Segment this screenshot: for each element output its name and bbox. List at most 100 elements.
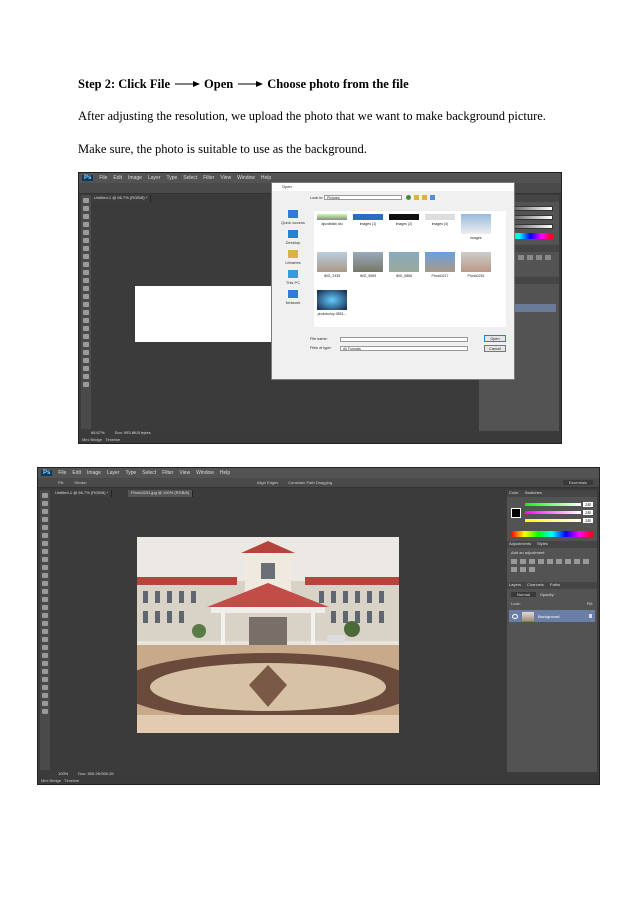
look-in-select[interactable]: Pictures <box>324 195 402 200</box>
open-button[interactable]: Open <box>484 335 506 342</box>
opened-photo <box>118 537 418 733</box>
menu-filter[interactable]: Filter <box>203 175 214 181</box>
document-text: Step 2: Click File Open Choose photo fro… <box>78 76 598 157</box>
new-folder-icon[interactable] <box>422 195 427 200</box>
file-item[interactable]: images (1) <box>353 214 383 248</box>
step-choose: Choose photo from the file <box>267 77 409 91</box>
options-bar: Fill: Stroke: Align Edges Constrain Path… <box>38 478 599 488</box>
menu-view[interactable]: View <box>220 175 231 181</box>
file-item[interactable]: images (2) <box>389 214 419 248</box>
look-in-label: Look in: <box>310 196 324 200</box>
menu-file[interactable]: File <box>99 175 107 181</box>
zoom-level[interactable]: 66.67% <box>91 430 105 437</box>
file-item[interactable]: IMG_5856 <box>389 252 419 286</box>
menu-select[interactable]: Select <box>183 175 197 181</box>
tab-color[interactable]: Color <box>509 490 519 497</box>
layer-row[interactable]: Background <box>509 610 595 622</box>
document-tab-2[interactable]: Photo0251.jpg @ 100% (RGB/8) <box>128 490 194 497</box>
document-tab[interactable]: Untitled-1 @ 66.7% (RGB/8) * <box>91 195 152 202</box>
file-name-input[interactable] <box>340 337 468 342</box>
document-tab-1[interactable]: Untitled-1 @ 66.7% (RGB/8) * <box>52 490 113 497</box>
menu-edit[interactable]: Edit <box>72 470 81 476</box>
layer-thumbnail <box>522 611 534 621</box>
menu-layer[interactable]: Layer <box>148 175 161 181</box>
fill-option[interactable]: Fill: <box>58 480 64 485</box>
photoshop-logo: Ps <box>41 470 53 476</box>
menu-select[interactable]: Select <box>142 470 156 476</box>
file-item[interactable]: images (4) <box>425 214 455 248</box>
cancel-button[interactable]: Cancel <box>484 345 506 352</box>
menu-type[interactable]: Type <box>166 175 177 181</box>
nav-quick-access[interactable]: Quick access <box>275 205 311 225</box>
canvas-white <box>135 286 275 342</box>
file-item[interactable]: Photo0217 <box>425 252 455 286</box>
nav-libraries[interactable]: Libraries <box>275 245 311 265</box>
files-of-type-select[interactable]: All Formats <box>340 346 468 351</box>
step-heading: Step 2: Click File Open Choose photo fro… <box>78 76 598 92</box>
menu-view[interactable]: View <box>179 470 190 476</box>
file-item[interactable]: IMG_2435 <box>317 252 347 286</box>
opacity-label: Opacity: <box>539 592 555 597</box>
back-icon[interactable] <box>406 195 411 200</box>
menu-window[interactable]: Window <box>196 470 214 476</box>
menu-window[interactable]: Window <box>237 175 255 181</box>
nav-network[interactable]: Network <box>275 285 311 305</box>
blend-mode-select[interactable]: Normal <box>511 592 536 597</box>
file-list: ajsvdfdsfc.dsi images (1) images (2) ima… <box>314 211 506 327</box>
tab-channels[interactable]: Channels <box>527 582 544 589</box>
menu-help[interactable]: Help <box>261 175 271 181</box>
lock-icon <box>589 614 592 618</box>
bottom-tabs: Mini Bridge Timeline <box>79 437 561 443</box>
stroke-option[interactable]: Stroke: <box>74 480 87 485</box>
tools-panel <box>81 195 91 429</box>
file-name-label: File name: <box>310 337 328 341</box>
view-menu-icon[interactable] <box>430 195 435 200</box>
status-bar: 66.67% Doc: 993.8K/0 bytes <box>91 430 151 437</box>
constrain-path-option[interactable]: Constrain Path Dragging <box>288 480 332 485</box>
menu-file[interactable]: File <box>58 470 66 476</box>
menu-image[interactable]: Image <box>87 470 101 476</box>
tab-styles[interactable]: Styles <box>537 541 548 548</box>
file-item[interactable]: Photo0251 <box>461 252 491 286</box>
menu-type[interactable]: Type <box>125 470 136 476</box>
arrow-icon <box>237 80 264 88</box>
tab-timeline[interactable]: Timeline <box>64 778 79 783</box>
zoom-level[interactable]: 100% <box>58 771 68 778</box>
tab-adjustments[interactable]: Adjustments <box>509 541 531 548</box>
tools-panel <box>40 490 50 770</box>
menu-layer[interactable]: Layer <box>107 470 120 476</box>
color-b-value[interactable]: 240 <box>583 518 593 523</box>
tab-layers[interactable]: Layers <box>509 582 521 589</box>
tab-swatches[interactable]: Swatches <box>525 490 542 497</box>
tab-paths[interactable]: Paths <box>550 582 560 589</box>
doc-info: Doc: 900.2K/900.2K <box>78 771 115 776</box>
up-folder-icon[interactable] <box>414 195 419 200</box>
eye-icon[interactable] <box>512 613 518 619</box>
open-dialog: Open Look in: Pictures Quick access Desk… <box>271 182 515 380</box>
align-edges-option[interactable]: Align Edges <box>257 480 278 485</box>
right-panels: Color Swatches 240 240 240 Adjustments S… <box>507 490 597 772</box>
menu-filter[interactable]: Filter <box>162 470 173 476</box>
step-prefix: Step 2: Click File <box>78 77 171 91</box>
color-r-value[interactable]: 240 <box>583 502 593 507</box>
menu-image[interactable]: Image <box>128 175 142 181</box>
menu-edit[interactable]: Edit <box>113 175 122 181</box>
status-bar: 100% Doc: 900.2K/900.2K <box>58 771 114 778</box>
arrow-icon <box>174 80 201 88</box>
tab-mini-bridge[interactable]: Mini Bridge <box>41 778 61 783</box>
nav-this-pc[interactable]: This PC <box>275 265 311 285</box>
paragraph-2: Make sure, the photo is suitable to use … <box>78 141 367 156</box>
file-item[interactable]: IMG_5559 <box>353 252 383 286</box>
step-open: Open <box>204 77 234 91</box>
file-item[interactable]: photokuiny-0851... <box>317 290 347 324</box>
tab-mini-bridge[interactable]: Mini Bridge <box>82 437 102 442</box>
dialog-nav: Quick access Desktop Libraries This PC N… <box>275 205 311 305</box>
color-g-value[interactable]: 240 <box>583 510 593 515</box>
layer-name: Background <box>538 613 560 619</box>
file-item[interactable]: ajsvdfdsfc.dsi <box>317 214 347 248</box>
menu-help[interactable]: Help <box>220 470 230 476</box>
file-item[interactable]: images <box>461 214 491 248</box>
tab-timeline[interactable]: Timeline <box>105 437 120 442</box>
nav-desktop[interactable]: Desktop <box>275 225 311 245</box>
workspace-select[interactable]: Essentials <box>562 480 593 485</box>
